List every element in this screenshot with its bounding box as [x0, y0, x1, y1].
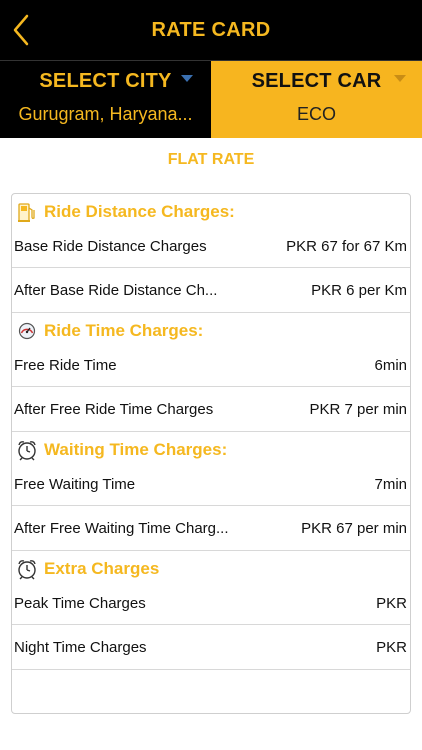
section-title: Extra Charges — [44, 559, 160, 578]
rate-value: PKR — [376, 595, 407, 612]
rate-row: Base Ride Distance Charges PKR 67 for 67… — [12, 230, 410, 268]
rate-value: 7min — [374, 476, 407, 493]
select-car-label: SELECT CAR — [251, 70, 382, 92]
selector-bar: SELECT CITY Gurugram, Haryana... SELECT … — [0, 60, 422, 138]
rate-row: Night Time Charges PKR — [12, 625, 410, 670]
section-header-extra-charges: Extra Charges — [12, 551, 410, 587]
rate-label: Free Waiting Time — [14, 476, 136, 493]
rate-value: PKR 67 per min — [301, 519, 407, 537]
nav-header: RATE CARD — [0, 0, 422, 60]
rate-label: After Free Waiting Time Charg... — [14, 519, 229, 537]
alarm-clock-icon — [16, 439, 38, 461]
section-header-ride-distance: Ride Distance Charges: — [12, 194, 410, 230]
dropdown-arrow-icon — [394, 75, 406, 82]
rate-value: PKR 7 per min — [309, 400, 407, 418]
page-title: RATE CARD — [151, 18, 271, 41]
selected-car-value: ECO — [296, 104, 336, 124]
section-title: Waiting Time Charges: — [44, 440, 228, 459]
select-city-label: SELECT CITY — [39, 70, 172, 92]
rate-row: Free Ride Time 6min — [12, 349, 410, 387]
rate-value: PKR 67 for 67 Km — [286, 238, 407, 255]
rate-label: After Free Ride Time Charges — [14, 400, 214, 418]
rate-row: Free Waiting Time 7min — [12, 468, 410, 506]
select-city-dropdown[interactable]: SELECT CITY Gurugram, Haryana... — [0, 61, 211, 138]
section-header-ride-time: Ride Time Charges: — [12, 313, 410, 349]
section-title: Ride Time Charges: — [44, 321, 204, 340]
rate-label: Night Time Charges — [14, 638, 147, 656]
dropdown-arrow-icon — [181, 75, 193, 82]
section-title: Ride Distance Charges: — [44, 202, 235, 221]
rate-card-screen: RATE CARD SELECT CITY Gurugram, Haryana.… — [0, 0, 422, 750]
rate-label: Peak Time Charges — [14, 595, 146, 612]
rate-value: PKR 6 per Km — [311, 281, 407, 299]
back-button[interactable] — [6, 12, 36, 48]
rate-value: 6min — [374, 357, 407, 374]
selected-city-value: Gurugram, Haryana... — [18, 104, 193, 124]
rate-label: Free Ride Time — [14, 357, 117, 374]
rate-label: Base Ride Distance Charges — [14, 238, 207, 255]
fuel-pump-icon — [16, 201, 38, 223]
alarm-clock-icon — [16, 558, 38, 580]
section-header-waiting-time: Waiting Time Charges: — [12, 432, 410, 468]
rate-row: After Free Waiting Time Charg... PKR 67 … — [12, 506, 410, 551]
rate-card-panel: Ride Distance Charges: Base Ride Distanc… — [11, 193, 411, 714]
speedometer-icon — [16, 320, 38, 342]
select-car-dropdown[interactable]: SELECT CAR ECO — [211, 61, 422, 138]
rate-row: After Free Ride Time Charges PKR 7 per m… — [12, 387, 410, 432]
rate-row: After Base Ride Distance Ch... PKR 6 per… — [12, 268, 410, 313]
flat-rate-heading: FLAT RATE — [167, 151, 255, 168]
rate-row: Peak Time Charges PKR — [12, 587, 410, 625]
chevron-left-icon — [13, 14, 29, 46]
rate-label: After Base Ride Distance Ch... — [14, 281, 218, 299]
rate-value: PKR — [376, 638, 407, 656]
